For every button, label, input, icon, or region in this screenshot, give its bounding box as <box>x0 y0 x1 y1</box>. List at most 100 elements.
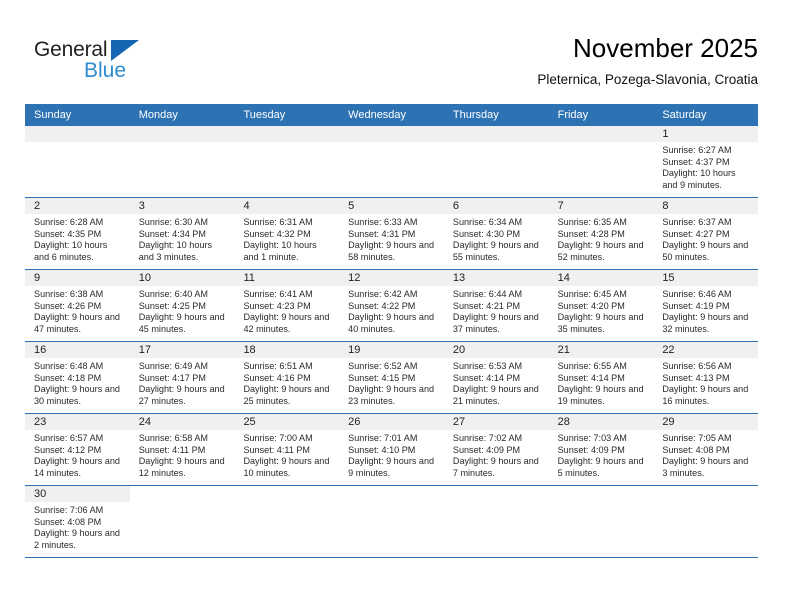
day-sun-info: Sunrise: 6:58 AM Sunset: 4:11 PM Daylight:… <box>130 430 235 479</box>
daylight-text: Daylight: 10 hours and 3 minutes. <box>138 240 213 262</box>
calendar-day-cell[interactable]: 19 Sunrise: 6:52 AM Sunset: 4:15 PM Dayligh… <box>339 342 444 413</box>
weekday-header-friday: Friday <box>557 109 589 121</box>
calendar-day-cell[interactable]: 13 Sunrise: 6:44 AM Sunset: 4:21 PM Dayligh… <box>443 270 549 341</box>
calendar-day-cell[interactable]: 22 Sunrise: 6:56 AM Sunset: 4:13 PM Dayligh… <box>653 342 759 413</box>
day-number: 26 <box>339 414 444 430</box>
calendar-day-cell[interactable]: 25 Sunrise: 7:00 AM Sunset: 4:11 PM Dayligh… <box>234 414 340 485</box>
day-number <box>548 126 654 142</box>
sunrise-text: Sunrise: 6:48 AM <box>34 361 104 371</box>
sunrise-text: Sunrise: 6:49 AM <box>138 361 208 371</box>
sunset-text: Sunset: 4:12 PM <box>34 444 102 455</box>
weekday-header-monday: Monday <box>138 109 178 121</box>
calendar-day-cell[interactable]: 5 Sunrise: 6:33 AM Sunset: 4:31 PM Daylight… <box>339 198 444 269</box>
daylight-text: Daylight: 9 hours and 35 minutes. <box>557 312 644 334</box>
day-number: 3 <box>129 198 235 214</box>
calendar-day-cell[interactable]: 30 Sunrise: 7:06 AM Sunset: 4:08 PM Dayligh… <box>25 486 130 557</box>
calendar-week-row: 2 Sunrise: 6:28 AM Sunset: 4:35 PM Daylight… <box>25 198 759 270</box>
daylight-text: Daylight: 9 hours and 21 minutes. <box>452 384 539 406</box>
calendar-day-cell-empty <box>25 126 130 197</box>
sunrise-text: Sunrise: 6:56 AM <box>662 361 732 371</box>
sunrise-text: Sunrise: 6:35 AM <box>557 217 627 227</box>
calendar-day-cell-empty <box>129 126 235 197</box>
day-number: 22 <box>653 342 759 358</box>
sunset-text: Sunset: 4:18 PM <box>34 372 102 383</box>
calendar-day-cell[interactable]: 18 Sunrise: 6:51 AM Sunset: 4:16 PM Dayligh… <box>234 342 340 413</box>
calendar-week-row: 23 Sunrise: 6:57 AM Sunset: 4:12 PM Dayligh… <box>25 414 759 486</box>
day-sun-info: Sunrise: 6:41 AM Sunset: 4:23 PM Daylight:… <box>234 286 339 335</box>
daylight-text: Daylight: 9 hours and 19 minutes. <box>557 384 644 406</box>
daylight-text: Daylight: 9 hours and 58 minutes. <box>348 240 435 262</box>
sunset-text: Sunset: 4:14 PM <box>557 372 625 383</box>
calendar-day-cell[interactable]: 8 Sunrise: 6:37 AM Sunset: 4:27 PM Daylight… <box>653 198 759 269</box>
daylight-text: Daylight: 9 hours and 32 minutes. <box>662 312 749 334</box>
calendar-day-cell[interactable]: 1 Sunrise: 6:27 AM Sunset: 4:37 PM Daylight… <box>653 126 759 197</box>
day-sun-info: Sunrise: 6:33 AM Sunset: 4:31 PM Daylight:… <box>339 214 444 263</box>
calendar-day-cell[interactable]: 11 Sunrise: 6:41 AM Sunset: 4:23 PM Dayligh… <box>234 270 340 341</box>
weekday-header-saturday: Saturday <box>662 109 707 121</box>
sunset-text: Sunset: 4:19 PM <box>662 300 730 311</box>
daylight-text: Daylight: 9 hours and 5 minutes. <box>557 456 644 478</box>
day-sun-info: Sunrise: 6:37 AM Sunset: 4:27 PM Daylight:… <box>653 214 758 263</box>
day-number: 6 <box>443 198 549 214</box>
day-number: 18 <box>234 342 340 358</box>
calendar-day-cell[interactable]: 12 Sunrise: 6:42 AM Sunset: 4:22 PM Dayligh… <box>339 270 444 341</box>
calendar-day-cell-empty <box>129 486 235 557</box>
calendar-day-cell[interactable]: 14 Sunrise: 6:45 AM Sunset: 4:20 PM Dayligh… <box>548 270 654 341</box>
calendar-day-cell[interactable]: 17 Sunrise: 6:49 AM Sunset: 4:17 PM Dayligh… <box>129 342 235 413</box>
calendar-day-cell[interactable]: 15 Sunrise: 6:46 AM Sunset: 4:19 PM Dayligh… <box>653 270 759 341</box>
calendar-day-cell[interactable]: 9 Sunrise: 6:38 AM Sunset: 4:26 PM Daylight… <box>25 270 130 341</box>
calendar-day-cell[interactable]: 16 Sunrise: 6:48 AM Sunset: 4:18 PM Dayligh… <box>25 342 130 413</box>
day-number: 4 <box>234 198 340 214</box>
day-sun-info: Sunrise: 6:45 AM Sunset: 4:20 PM Daylight:… <box>549 286 654 335</box>
daylight-text: Daylight: 9 hours and 3 minutes. <box>662 456 749 478</box>
day-number: 21 <box>548 342 654 358</box>
logo-text-blue: Blue <box>84 59 127 82</box>
day-number <box>443 126 549 142</box>
day-number: 10 <box>129 270 235 286</box>
day-sun-info: Sunrise: 7:06 AM Sunset: 4:08 PM Daylight:… <box>25 502 130 551</box>
calendar-day-cell[interactable]: 2 Sunrise: 6:28 AM Sunset: 4:35 PM Daylight… <box>25 198 130 269</box>
day-sun-info: Sunrise: 6:57 AM Sunset: 4:12 PM Daylight:… <box>25 430 130 479</box>
day-sun-info: Sunrise: 7:01 AM Sunset: 4:10 PM Daylight:… <box>339 430 444 479</box>
sunrise-text: Sunrise: 6:58 AM <box>138 433 208 443</box>
sunset-text: Sunset: 4:31 PM <box>348 228 416 239</box>
calendar-day-cell-empty <box>548 126 654 197</box>
weekday-header-tuesday: Tuesday <box>243 109 286 121</box>
sunrise-text: Sunrise: 6:28 AM <box>34 217 104 227</box>
daylight-text: Daylight: 9 hours and 2 minutes. <box>34 528 120 550</box>
calendar-day-cell[interactable]: 3 Sunrise: 6:30 AM Sunset: 4:34 PM Daylight… <box>129 198 235 269</box>
location-subtitle: Pleternica, Pozega-Slavonia, Croatia <box>537 72 758 87</box>
calendar-day-cell[interactable]: 7 Sunrise: 6:35 AM Sunset: 4:28 PM Daylight… <box>548 198 654 269</box>
sunset-text: Sunset: 4:11 PM <box>138 444 206 455</box>
calendar-day-cell[interactable]: 26 Sunrise: 7:01 AM Sunset: 4:10 PM Dayligh… <box>339 414 444 485</box>
sunrise-text: Sunrise: 6:38 AM <box>34 289 104 299</box>
day-sun-info: Sunrise: 6:30 AM Sunset: 4:34 PM Daylight:… <box>130 214 235 263</box>
calendar-page: General Blue November 2025 Pleternica, P… <box>0 0 792 612</box>
day-number: 25 <box>234 414 340 430</box>
daylight-text: Daylight: 9 hours and 45 minutes. <box>138 312 225 334</box>
calendar-day-cell[interactable]: 10 Sunrise: 6:40 AM Sunset: 4:25 PM Dayligh… <box>129 270 235 341</box>
calendar-day-cell[interactable]: 28 Sunrise: 7:03 AM Sunset: 4:09 PM Dayligh… <box>548 414 654 485</box>
weekday-header-sunday: Sunday <box>34 109 72 121</box>
sunset-text: Sunset: 4:34 PM <box>138 228 206 239</box>
day-number: 30 <box>25 486 130 502</box>
day-number: 13 <box>443 270 549 286</box>
general-blue-logo[interactable]: General Blue <box>34 38 214 90</box>
calendar-day-cell[interactable]: 29 Sunrise: 7:05 AM Sunset: 4:08 PM Dayligh… <box>653 414 759 485</box>
calendar-day-cell[interactable]: 27 Sunrise: 7:02 AM Sunset: 4:09 PM Dayligh… <box>443 414 549 485</box>
calendar-day-cell[interactable]: 6 Sunrise: 6:34 AM Sunset: 4:30 PM Daylight… <box>443 198 549 269</box>
calendar-day-cell[interactable]: 20 Sunrise: 6:53 AM Sunset: 4:14 PM Dayligh… <box>443 342 549 413</box>
calendar-day-cell[interactable]: 24 Sunrise: 6:58 AM Sunset: 4:11 PM Dayligh… <box>129 414 235 485</box>
daylight-text: Daylight: 9 hours and 12 minutes. <box>138 456 225 478</box>
day-number: 19 <box>339 342 444 358</box>
daylight-text: Daylight: 9 hours and 9 minutes. <box>348 456 435 478</box>
calendar-day-cell[interactable]: 4 Sunrise: 6:31 AM Sunset: 4:32 PM Daylight… <box>234 198 340 269</box>
day-sun-info: Sunrise: 6:49 AM Sunset: 4:17 PM Daylight:… <box>130 358 235 407</box>
calendar-day-cell[interactable]: 21 Sunrise: 6:55 AM Sunset: 4:14 PM Dayligh… <box>548 342 654 413</box>
calendar-day-cell[interactable]: 23 Sunrise: 6:57 AM Sunset: 4:12 PM Dayligh… <box>25 414 130 485</box>
day-number: 5 <box>339 198 444 214</box>
day-sun-info: Sunrise: 6:28 AM Sunset: 4:35 PM Daylight:… <box>25 214 130 263</box>
sunset-text: Sunset: 4:09 PM <box>452 444 521 455</box>
calendar-day-cell-empty <box>653 486 759 557</box>
sunrise-text: Sunrise: 6:31 AM <box>243 217 313 227</box>
